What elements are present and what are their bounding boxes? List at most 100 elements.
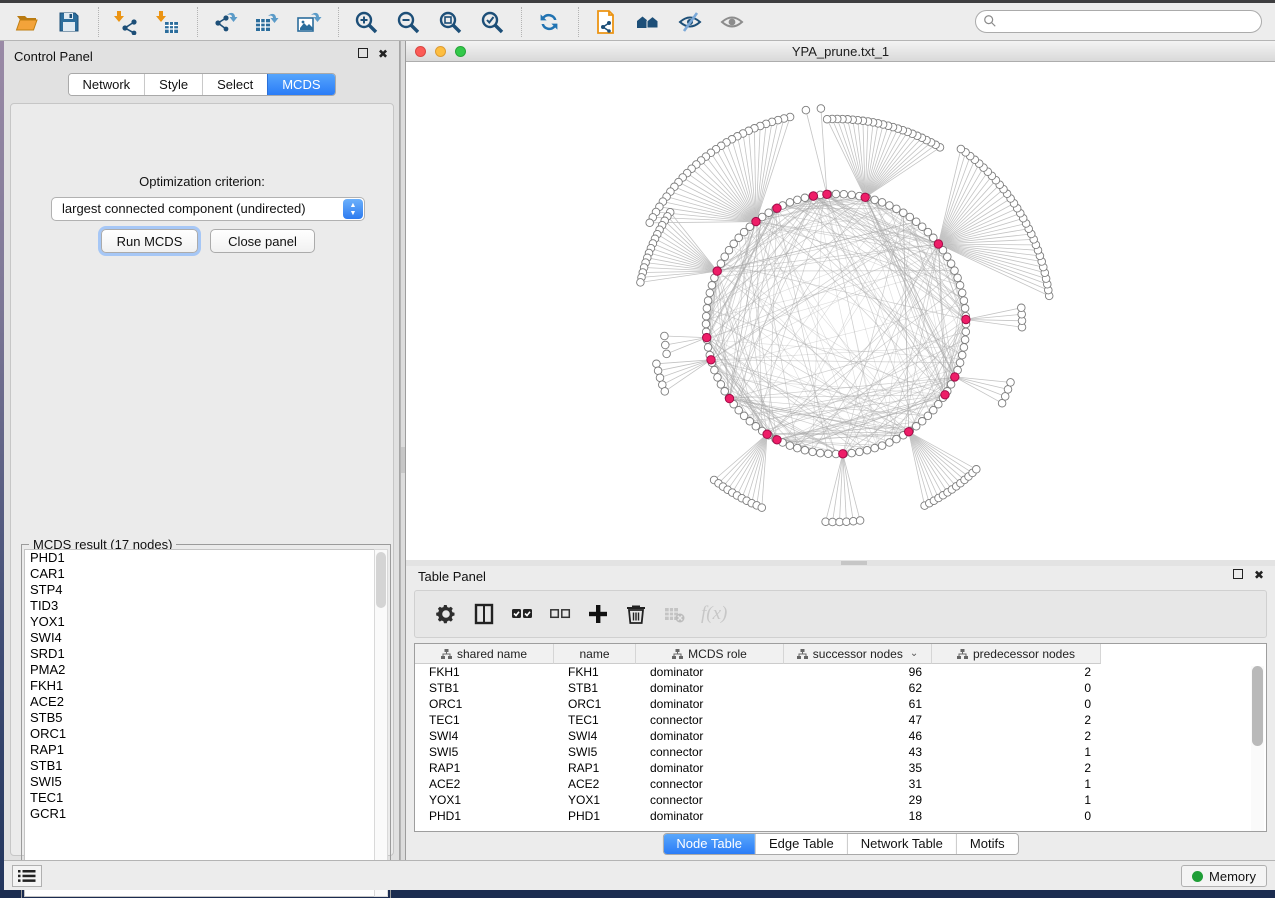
table-row[interactable]: FKH1FKH1dominator962	[415, 664, 1101, 680]
mcds-result-item[interactable]: FKH1	[25, 678, 374, 694]
column-header-predecessor-nodes[interactable]: predecessor nodes	[932, 644, 1101, 664]
float-panel-icon[interactable]	[1232, 569, 1244, 581]
import-table-icon[interactable]	[151, 7, 185, 37]
close-panel-icon[interactable]: ✖	[377, 48, 389, 60]
column-header-MCDS-role[interactable]: MCDS role	[636, 644, 784, 664]
zoom-in-icon[interactable]	[349, 7, 383, 37]
node-table-scrollbar[interactable]	[1251, 666, 1264, 831]
network-view[interactable]	[406, 62, 1275, 560]
mcds-result-item[interactable]: RAP1	[25, 742, 374, 758]
mcds-result-item[interactable]: ACE2	[25, 694, 374, 710]
column-header-name[interactable]: name	[554, 644, 636, 664]
mcds-result-item[interactable]: TID3	[25, 598, 374, 614]
mcds-result-item[interactable]: SWI5	[25, 774, 374, 790]
mcds-result-item[interactable]: STB1	[25, 758, 374, 774]
zoom-fit-icon[interactable]	[433, 7, 467, 37]
node-table-header: shared namenameMCDS rolesuccessor nodes⌄…	[415, 644, 1101, 664]
optimization-criterion-label: Optimization criterion:	[11, 174, 393, 189]
table-cell: FKH1	[415, 664, 554, 680]
optimization-criterion-select[interactable]: largest connected component (undirected)…	[51, 197, 365, 221]
tab-network-table[interactable]: Network Table	[847, 834, 956, 854]
table-cell: 2	[932, 728, 1101, 744]
mcds-result-item[interactable]: TEC1	[25, 790, 374, 806]
column-header-successor-nodes[interactable]: successor nodes⌄	[784, 644, 932, 664]
close-panel-button[interactable]: Close panel	[210, 229, 315, 253]
table-row[interactable]: SWI4SWI4dominator462	[415, 728, 1101, 744]
table-panel-window-buttons: ✖	[1232, 569, 1265, 581]
tab-network[interactable]: Network	[68, 74, 144, 95]
run-mcds-button[interactable]: Run MCDS	[101, 229, 198, 253]
table-panel-tabs: Node TableEdge TableNetwork TableMotifs	[662, 833, 1018, 855]
table-row[interactable]: TEC1TEC1connector472	[415, 712, 1101, 728]
save-icon[interactable]	[52, 7, 86, 37]
table-cell: 1	[932, 776, 1101, 792]
memory-button[interactable]: Memory	[1181, 865, 1267, 887]
hide-selected-icon[interactable]	[673, 7, 707, 37]
node-table-scrollbar-thumb[interactable]	[1252, 666, 1263, 746]
network-window-title: YPA_prune.txt_1	[406, 44, 1275, 59]
export-image-icon[interactable]	[292, 7, 326, 37]
mcds-result-item[interactable]: PMA2	[25, 662, 374, 678]
table-row[interactable]: ACE2ACE2connector311	[415, 776, 1101, 792]
mcds-result-item[interactable]: GCR1	[25, 806, 374, 822]
table-cell: YOX1	[415, 792, 554, 808]
zoom-selected-icon[interactable]	[475, 7, 509, 37]
mcds-result-item[interactable]: STP4	[25, 582, 374, 598]
add-column-icon[interactable]	[583, 599, 613, 629]
table-cell: PHD1	[415, 808, 554, 824]
table-row[interactable]: PHD1PHD1dominator180	[415, 808, 1101, 824]
tab-edge-table[interactable]: Edge Table	[755, 834, 847, 854]
table-row[interactable]: YOX1YOX1connector291	[415, 792, 1101, 808]
delete-column-icon[interactable]	[621, 599, 651, 629]
tab-select[interactable]: Select	[202, 74, 267, 95]
show-all-icon[interactable]	[715, 7, 749, 37]
export-table-icon[interactable]	[250, 7, 284, 37]
network-graph[interactable]	[406, 62, 1275, 560]
table-row[interactable]: STB1STB1dominator620	[415, 680, 1101, 696]
table-row[interactable]: ORC1ORC1dominator610	[415, 696, 1101, 712]
memory-label: Memory	[1209, 869, 1256, 884]
mcds-result-list[interactable]: PHD1CAR1STP4TID3YOX1SWI4SRD1PMA2FKH1ACE2…	[24, 549, 374, 897]
export-network-icon[interactable]	[208, 7, 242, 37]
split-panel-icon[interactable]	[469, 599, 499, 629]
table-cell: 0	[932, 696, 1101, 712]
tab-motifs[interactable]: Motifs	[956, 834, 1018, 854]
table-cell: 29	[784, 792, 932, 808]
mcds-result-scrollbar[interactable]	[374, 549, 388, 897]
first-neighbors-icon[interactable]	[631, 7, 665, 37]
table-row[interactable]: RAP1RAP1dominator352	[415, 760, 1101, 776]
network-from-selection-icon[interactable]	[589, 7, 623, 37]
tab-mcds[interactable]: MCDS	[267, 74, 334, 95]
table-cell: ACE2	[554, 776, 636, 792]
mcds-result-item[interactable]: PHD1	[25, 550, 374, 566]
open-icon[interactable]	[10, 7, 44, 37]
vertical-splitter-grabber[interactable]	[401, 447, 405, 473]
zoom-out-icon[interactable]	[391, 7, 425, 37]
table-cell: 1	[932, 792, 1101, 808]
import-network-icon[interactable]	[109, 7, 143, 37]
show-panels-list-button[interactable]	[12, 865, 42, 887]
node-table: shared namenameMCDS rolesuccessor nodes⌄…	[414, 643, 1267, 832]
mcds-scrollbar-thumb[interactable]	[376, 552, 386, 608]
select-all-icon[interactable]	[507, 599, 537, 629]
mcds-result-item[interactable]: SRD1	[25, 646, 374, 662]
horizontal-splitter-grabber[interactable]	[841, 561, 867, 565]
tab-node-table[interactable]: Node Table	[663, 834, 755, 854]
refresh-icon[interactable]	[532, 7, 566, 37]
mcds-result-item[interactable]: YOX1	[25, 614, 374, 630]
table-row[interactable]: SWI5SWI5connector431	[415, 744, 1101, 760]
mcds-result-item[interactable]: CAR1	[25, 566, 374, 582]
float-panel-icon[interactable]	[357, 48, 369, 60]
mcds-result-item[interactable]: STB5	[25, 710, 374, 726]
tab-style[interactable]: Style	[144, 74, 202, 95]
settings-icon[interactable]	[431, 599, 461, 629]
close-panel-icon[interactable]: ✖	[1253, 569, 1265, 581]
table-cell: 31	[784, 776, 932, 792]
column-header-shared-name[interactable]: shared name	[415, 644, 554, 664]
mcds-result-item[interactable]: ORC1	[25, 726, 374, 742]
network-window-titlebar[interactable]: YPA_prune.txt_1	[406, 41, 1275, 62]
mcds-result-item[interactable]: SWI4	[25, 630, 374, 646]
deselect-all-icon[interactable]	[545, 599, 575, 629]
search-input[interactable]	[975, 10, 1262, 33]
control-panel-window-buttons: ✖	[357, 48, 389, 60]
